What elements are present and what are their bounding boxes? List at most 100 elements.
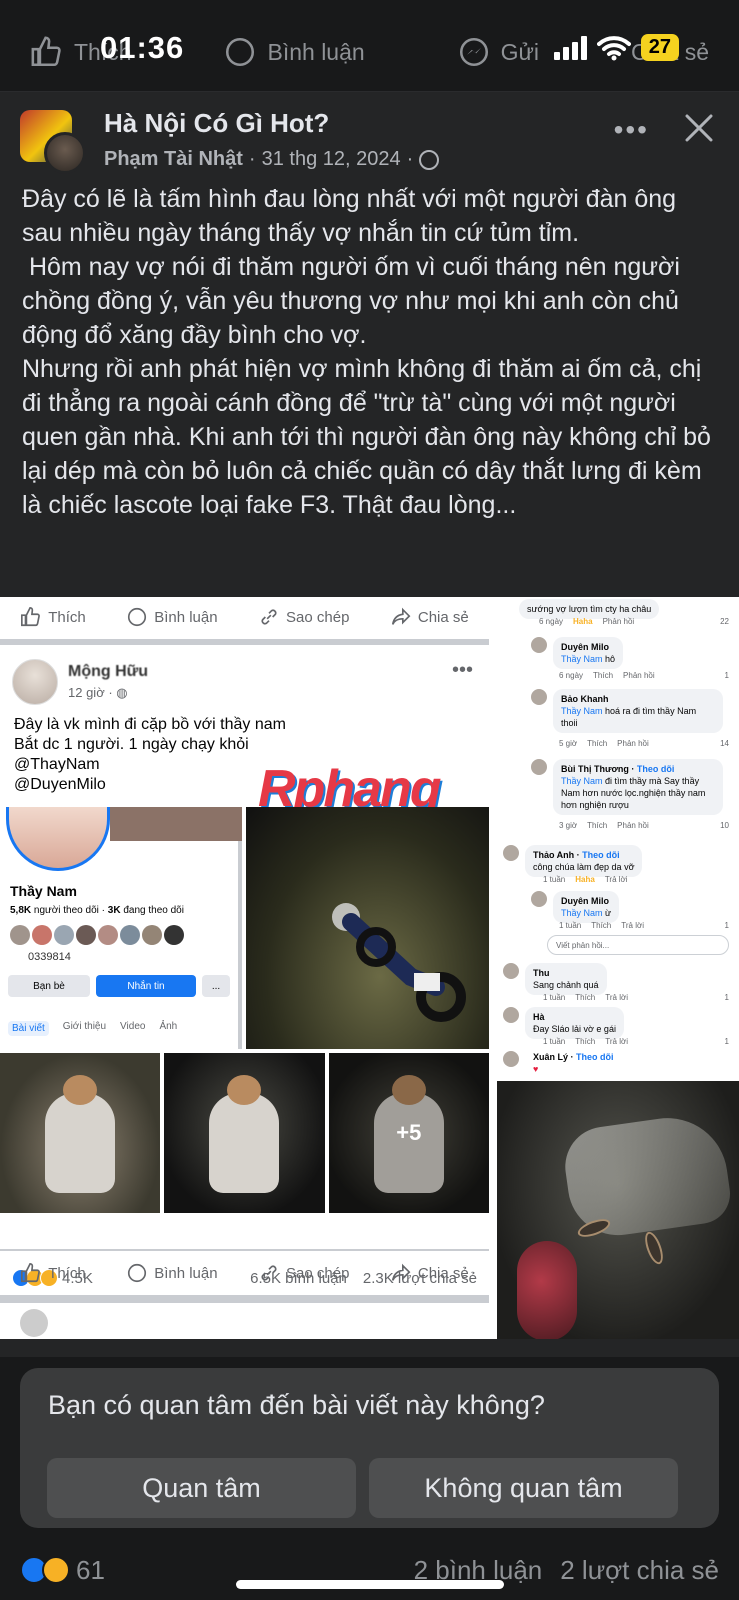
top-action-bar: Thích Bình luận Gửi Chia sẻ 01:36 27 <box>0 0 739 92</box>
globe-icon <box>419 149 440 170</box>
divider <box>0 1249 489 1251</box>
embedded-comment-label: Bình luận <box>154 608 218 626</box>
meta-separator: · <box>406 148 414 170</box>
embedded-like-label: Thích <box>48 608 86 626</box>
comment: Bảo Khanh Thầy Nam hoá ra đi tìm thầy Nam… <box>503 689 733 755</box>
profile-screenshot: Thầy Nam 5,8K người theo dõi · 3K đang t… <box>0 807 242 1049</box>
post-image-collage[interactable]: Thích Bình luận Sao chép Chia sẻ Mộng Hữ… <box>0 597 739 1339</box>
motorbike-figure <box>332 903 466 1022</box>
reaction-emojis[interactable] <box>20 1556 70 1584</box>
send-button[interactable]: Gửi <box>457 35 539 69</box>
more-options-icon[interactable]: ••• <box>614 114 649 146</box>
divider <box>0 639 489 645</box>
embedded-like-label: Thích <box>48 1264 86 1282</box>
share-icon <box>391 607 411 625</box>
avatar <box>531 891 547 907</box>
tab-about: Giới thiệu <box>62 1021 107 1032</box>
profile-photo <box>6 807 110 871</box>
embedded-share-label: Chia sẻ <box>417 608 469 626</box>
screenshot-comments-1: sướng vợ lượn tìm cty ha châu 6 ngày Haha… <box>497 597 739 837</box>
author-name[interactable]: Phạm Tài Nhật <box>104 148 243 171</box>
comment: Thu Sang chảnh quá 1 tuần Thích Trả lời 1 <box>503 963 733 1003</box>
profile-tabs: Bài viết Giới thiệu Video Ảnh <box>8 1021 177 1036</box>
reaction-count[interactable]: 61 <box>76 1555 105 1586</box>
embedded-share: Chia sẻ <box>390 606 469 628</box>
friends-button: Bạn bè <box>8 975 90 997</box>
photo-woman-1 <box>0 1053 161 1213</box>
not-interested-button[interactable]: Không quan tâm <box>369 1458 678 1518</box>
share-count[interactable]: 2 lượt chia sẻ <box>560 1555 719 1586</box>
tab-posts: Bài viết <box>8 1021 49 1036</box>
photo-woman-2 <box>164 1053 325 1213</box>
more-button: ... <box>202 975 230 997</box>
more-options-icon: ••• <box>451 659 473 681</box>
embedded-post: Mộng Hữu 12 giờ · ◍ ••• Đây là vk mình đ… <box>0 649 489 1287</box>
embedded-comment: Bình luận <box>126 606 218 628</box>
thumbs-up-icon <box>21 607 41 627</box>
plastic-sheet <box>560 1110 734 1242</box>
photo-row: +5 <box>0 1053 489 1213</box>
thumbs-up-icon <box>21 1263 41 1283</box>
avatar <box>531 637 547 653</box>
embedded-share: Chia sẻ <box>390 1262 469 1284</box>
comment-icon <box>128 1263 147 1283</box>
send-label: Gửi <box>500 38 540 65</box>
messenger-icon <box>459 37 488 67</box>
close-icon[interactable] <box>679 108 719 148</box>
avatar <box>503 1051 519 1067</box>
embedded-copy: Sao chép <box>258 1262 349 1284</box>
screenshot-comments-2: Thảo Anh · Theo dõi công chúa làm đẹp da … <box>497 841 739 1077</box>
avatar <box>12 659 58 705</box>
interested-button[interactable]: Quan tâm <box>47 1458 356 1518</box>
avatar <box>20 1309 48 1337</box>
photo-motorbike-night <box>246 807 489 1049</box>
profile-id: 0339814 <box>28 951 71 963</box>
profile-stats: 5,8K người theo dõi · 3K đang theo dõi <box>10 905 184 916</box>
avatar <box>531 759 547 775</box>
comment: Hà Đay Sláo lải vờ e gái 1 tuần Thích Trả l… <box>503 1007 733 1047</box>
post-meta: Phạm Tài Nhật · 31 thg 12, 2024 · <box>104 148 440 171</box>
status-time: 01:36 <box>100 30 185 65</box>
profile-name: Thầy Nam <box>10 883 77 899</box>
embedded-copy-label: Sao chép <box>286 1264 350 1282</box>
thumbs-up-icon <box>31 36 61 67</box>
haha-reaction-icon <box>42 1556 70 1584</box>
avatar <box>503 963 519 979</box>
post-card: Hà Nội Có Gì Hot? Phạm Tài Nhật · 31 thg… <box>0 92 739 1357</box>
avatar <box>503 1007 519 1023</box>
embedded-comment: Bình luận <box>126 1262 218 1284</box>
interest-question: Bạn có quan tâm đến bài viết này không? <box>48 1390 545 1420</box>
embedded-comment-label: Bình luận <box>154 1264 218 1282</box>
profile-buttons: Bạn bè Nhắn tin ... <box>8 975 230 997</box>
reply-input: Viết phản hồi... <box>547 935 729 955</box>
embedded-share-label: Chia sẻ <box>417 1264 469 1282</box>
post-header: Hà Nội Có Gì Hot? Phạm Tài Nhật · 31 thg… <box>20 108 719 178</box>
embedded-like: Thích <box>20 1262 86 1284</box>
comment-icon <box>226 37 255 67</box>
author-avatar <box>44 132 86 174</box>
embedded-action-bar-bottom: Thích Bình luận Sao chép Chia sẻ <box>0 1253 489 1293</box>
link-icon <box>261 1265 277 1281</box>
battery-indicator: 27 <box>640 34 679 61</box>
post-stats-bar: 61 2 bình luận 2 lượt chia sẻ <box>0 1540 739 1600</box>
post-body-text: Đây có lẽ là tấm hình đau lòng nhất với … <box>22 185 711 519</box>
comment-meta-row: 6 ngày Haha Phản hồi 22 <box>539 617 729 626</box>
embedded-time: 12 giờ · ◍ <box>68 685 128 700</box>
comment: Xuân Lý · Theo dõi ♥ <box>503 1051 733 1075</box>
sandal-right <box>641 1229 667 1267</box>
page-name[interactable]: Hà Nội Có Gì Hot? <box>104 108 329 139</box>
post-date[interactable]: 31 thg 12, 2024 <box>262 148 401 171</box>
share-icon <box>391 1263 411 1281</box>
comment: Thảo Anh · Theo dõi công chúa làm đẹp da … <box>503 845 733 885</box>
tab-video: Video <box>120 1021 146 1032</box>
embedded-author: Mộng Hữu <box>68 663 149 680</box>
avatar[interactable] <box>20 110 90 174</box>
more-photos-count: +5 <box>328 1053 489 1213</box>
avatar <box>503 845 519 861</box>
cellular-signal-icon <box>553 35 587 60</box>
interest-prompt: Bạn có quan tâm đến bài viết này không? … <box>20 1368 719 1528</box>
comment-button[interactable]: Bình luận <box>223 35 365 69</box>
home-indicator[interactable] <box>236 1580 504 1589</box>
embedded-copy-label: Sao chép <box>286 608 350 626</box>
cover-photo <box>110 807 242 841</box>
